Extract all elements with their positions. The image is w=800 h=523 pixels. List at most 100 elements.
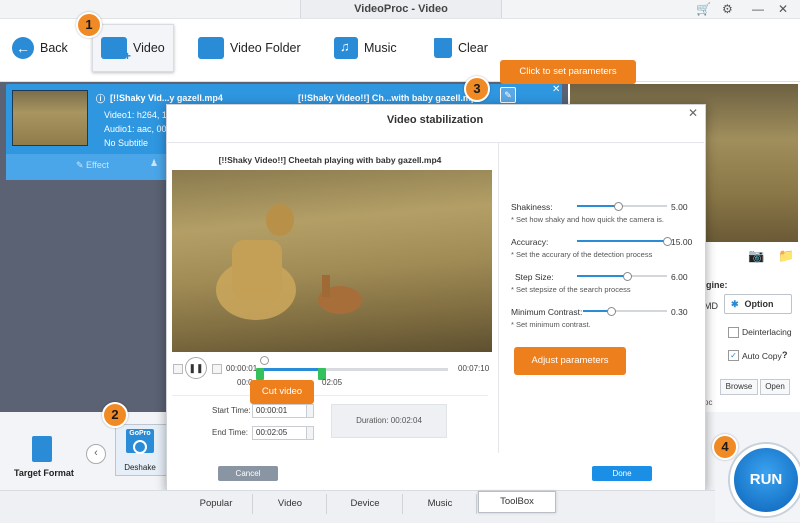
tab-popular[interactable]: Popular: [180, 494, 253, 514]
min-contrast-knob[interactable]: [606, 307, 616, 316]
video-preview: [172, 170, 492, 352]
md-label: MD: [704, 301, 718, 311]
step-size-slider[interactable]: [577, 275, 667, 277]
range-end-time: 02:05: [322, 378, 343, 387]
callout-number-3: 3: [464, 76, 490, 102]
info-icon[interactable]: ⓘ: [96, 92, 105, 105]
duration-display: Duration: 00:02:04: [331, 404, 447, 438]
file-title: [!!Shaky Video!!] Cheetah playing with b…: [218, 155, 442, 165]
watermark-icon[interactable]: ♟: [150, 158, 158, 169]
scroll-left-button[interactable]: ‹: [86, 444, 106, 464]
browse-button[interactable]: Browse: [720, 379, 758, 395]
dialog-divider: [498, 143, 499, 453]
tab-device[interactable]: Device: [328, 494, 403, 514]
clear-button[interactable]: Clear: [434, 26, 488, 70]
start-time-label: Start Time:: [212, 406, 251, 415]
help-icon[interactable]: ?: [782, 350, 788, 360]
accuracy-slider[interactable]: [577, 240, 667, 242]
prev-frame-icon[interactable]: [173, 364, 183, 374]
tab-music[interactable]: Music: [404, 494, 477, 514]
range-start-handle[interactable]: [256, 368, 264, 380]
playhead[interactable]: [260, 356, 269, 365]
dialog-title: Video stabilization: [386, 114, 484, 126]
open-button[interactable]: Open: [760, 379, 790, 395]
end-time-input[interactable]: 00:02:05: [252, 426, 308, 440]
step-size-value: 6.00: [671, 272, 688, 282]
min-contrast-label: Minimum Contrast:: [511, 307, 583, 317]
next-frame-icon[interactable]: [212, 364, 222, 374]
tab-toolbox[interactable]: ToolBox: [478, 491, 556, 513]
end-time-stepper[interactable]: [306, 426, 314, 440]
gear-icon[interactable]: ⚙: [722, 2, 733, 16]
video-folder-label: Video Folder: [230, 41, 301, 55]
step-size-label: Step Size:: [515, 272, 554, 282]
accuracy-value: 15.00: [671, 237, 693, 247]
camera-icon[interactable]: 📷: [748, 248, 764, 264]
deshake-label: Deshake: [124, 463, 156, 472]
duration-value: 00:02:04: [390, 416, 422, 425]
close-window-button[interactable]: ✕: [778, 2, 788, 16]
run-button[interactable]: RUN: [730, 444, 800, 516]
start-time-input[interactable]: 00:00:01: [252, 404, 308, 418]
cut-video-callout: Cut video: [250, 380, 314, 404]
min-contrast-value: 0.30: [671, 307, 688, 317]
deinterlacing-label: Deinterlacing: [742, 327, 792, 337]
clear-label: Clear: [458, 41, 488, 55]
gopro-icon: GoPro: [126, 429, 154, 454]
film-plus-icon: +: [101, 37, 131, 63]
duration-label: Duration:: [356, 416, 389, 425]
shakiness-value: 5.00: [671, 202, 688, 212]
clip-name-left: [!!Shaky Vid...y gazell.mp4: [110, 93, 223, 103]
shakiness-note: * Set how shaky and how quick the camera…: [511, 215, 664, 224]
total-time: 00:07:10: [458, 364, 490, 373]
done-button[interactable]: Done: [592, 466, 652, 481]
step-size-knob[interactable]: [623, 272, 633, 281]
trash-icon: [434, 38, 452, 58]
step-size-fill: [577, 275, 628, 277]
video-label: Video: [133, 41, 165, 55]
dialog-close-icon[interactable]: ✕: [688, 106, 698, 120]
minimize-button[interactable]: —: [752, 2, 764, 16]
pause-button[interactable]: ❚❚: [185, 357, 207, 379]
accuracy-note: * Set the accurary of the detection proc…: [511, 250, 653, 259]
cart-icon[interactable]: 🛒: [696, 2, 711, 16]
effect-button[interactable]: ✎ Effect: [76, 160, 109, 171]
folder-icon[interactable]: 📁: [778, 248, 794, 264]
folder-plus-icon: [198, 37, 224, 59]
timeline-range: [262, 368, 322, 371]
current-time: 00:00:01: [226, 364, 258, 373]
music-label: Music: [364, 41, 397, 55]
add-video-button[interactable]: + Video: [92, 24, 174, 72]
adjust-params-callout: Adjust parameters: [514, 347, 626, 375]
remove-clip-icon[interactable]: ✕: [552, 84, 560, 95]
gear-icon: ✱: [731, 299, 739, 309]
back-label: Back: [40, 41, 68, 55]
shakiness-label: Shakiness:: [511, 202, 553, 212]
app-title: VideoProc - Video: [300, 0, 502, 18]
video-frame-art: [216, 204, 362, 320]
auto-copy-checkbox[interactable]: ✓: [728, 350, 739, 361]
parameters-panel: Shakiness: 5.00 * Set how shaky and how …: [505, 200, 695, 350]
deinterlacing-checkbox[interactable]: [728, 327, 739, 338]
clip-thumbnail[interactable]: [12, 90, 88, 146]
clip-audio-info: Audio1: aac, 00:0: [104, 124, 175, 134]
start-time-stepper[interactable]: [306, 404, 314, 418]
min-contrast-note: * Set minimum contrast.: [511, 320, 591, 329]
edit-parameters-icon[interactable]: ✎: [500, 87, 516, 103]
back-button[interactable]: ← Back: [12, 26, 68, 70]
magic-wand-icon: ✎: [76, 160, 87, 170]
engine-label: gine:: [706, 280, 728, 290]
min-contrast-slider[interactable]: [583, 310, 667, 312]
target-format-icon[interactable]: [32, 436, 52, 462]
callout-number-2: 2: [102, 402, 128, 428]
auto-copy-label: Auto Copy: [742, 351, 782, 361]
option-button[interactable]: ✱ Option: [724, 294, 792, 314]
shakiness-knob[interactable]: [613, 202, 623, 211]
add-video-folder-button[interactable]: Video Folder: [198, 26, 301, 70]
tab-video[interactable]: Video: [254, 494, 327, 514]
add-music-button[interactable]: ♫ Music: [334, 26, 397, 70]
set-params-callout: Click to set parameters: [500, 60, 636, 84]
gopro-text: GoPro: [129, 430, 151, 437]
clip-subtitle: No Subtitle: [104, 138, 149, 148]
cancel-button[interactable]: Cancel: [218, 466, 278, 481]
